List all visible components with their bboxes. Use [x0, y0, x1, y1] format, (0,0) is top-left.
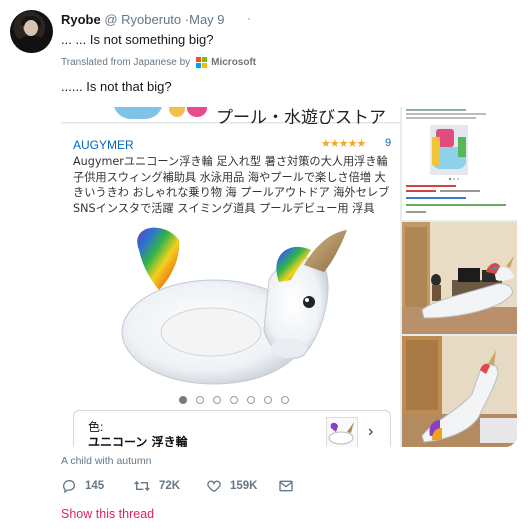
product-brand: AUGYMER [73, 138, 134, 152]
carousel-dots[interactable] [179, 396, 289, 404]
retweet-icon [134, 481, 150, 491]
carousel-dot[interactable] [264, 396, 272, 404]
media-photo-listing[interactable] [402, 107, 517, 220]
avatar[interactable] [10, 10, 53, 53]
product-title: Augymerユニコーン浮き輪 足入れ型 暑さ対策の大人用浮き輪 子供用スウィン… [73, 155, 390, 215]
rating-stars: ★★★★★ [321, 138, 366, 150]
product-card: AUGYMER ★★★★★ 9 Augymerユニコーン浮き輪 足入れ型 暑さ対… [61, 124, 400, 447]
media-caption: A child with autumn [61, 455, 152, 467]
envelope-icon [279, 480, 293, 492]
author-name[interactable]: Ryobe [61, 12, 101, 27]
chevron-down-icon[interactable]: · [247, 11, 251, 25]
like-button[interactable]: 159K [206, 478, 258, 494]
like-count: 159K [230, 480, 258, 492]
translated-text: ...... Is not that big? [61, 79, 172, 94]
direct-message-button[interactable] [278, 478, 294, 494]
translator-name: Microsoft [211, 57, 257, 68]
carousel-dot[interactable] [247, 396, 255, 404]
shop-banner: プール・水遊びストア [61, 107, 400, 128]
carousel-dot[interactable] [196, 396, 204, 404]
media-photo-main[interactable]: プール・水遊びストア AUGYMER ★★★★★ 9 Augymerユニコーン浮… [61, 107, 400, 447]
tweet-text: ... ... Is not something big? [61, 32, 214, 47]
retweet-count: 72K [159, 480, 181, 492]
microsoft-logo-icon [196, 57, 208, 68]
listing-screenshot-image [402, 107, 517, 220]
room-photo-image [402, 222, 517, 334]
reply-icon [62, 479, 75, 494]
room-photo-image-2 [402, 336, 517, 447]
variant-thumbnail[interactable] [326, 417, 358, 447]
tweet-card[interactable]: Ryobe @ Ryoberuto ·May 9 · ... ... Is no… [0, 0, 528, 531]
carousel-dot[interactable] [213, 396, 221, 404]
media-photo-room[interactable] [402, 222, 517, 334]
reply-button[interactable]: 145 [61, 478, 104, 494]
tweet-header: Ryobe @ Ryoberuto ·May 9 [61, 12, 225, 27]
rating-count: 9 [385, 137, 392, 149]
retweet-button[interactable]: 72K [133, 478, 180, 494]
variant-selector[interactable]: 色: ユニコーン 浮き輪 › [73, 410, 391, 447]
media-photo-room-2[interactable] [402, 336, 517, 447]
unicorn-float-image [121, 227, 347, 385]
show-thread-link[interactable]: Show this thread [61, 507, 154, 521]
carousel-dot[interactable] [281, 396, 289, 404]
variant-value: ユニコーン 浮き輪 [88, 435, 188, 447]
carousel-dot[interactable] [230, 396, 238, 404]
chevron-right-icon[interactable]: › [368, 423, 373, 441]
translated-from-label: Translated from Japanese by [61, 57, 191, 68]
reply-count: 145 [85, 480, 105, 492]
tweet-date[interactable]: May 9 [189, 12, 224, 27]
heart-icon [207, 480, 221, 493]
translation-attribution: Translated from Japanese by Microsoft [61, 57, 256, 68]
media-grid[interactable]: プール・水遊びストア AUGYMER ★★★★★ 9 Augymerユニコーン浮… [61, 107, 517, 447]
author-handle[interactable]: @ Ryoberuto [104, 12, 181, 27]
carousel-dot[interactable] [179, 396, 187, 404]
